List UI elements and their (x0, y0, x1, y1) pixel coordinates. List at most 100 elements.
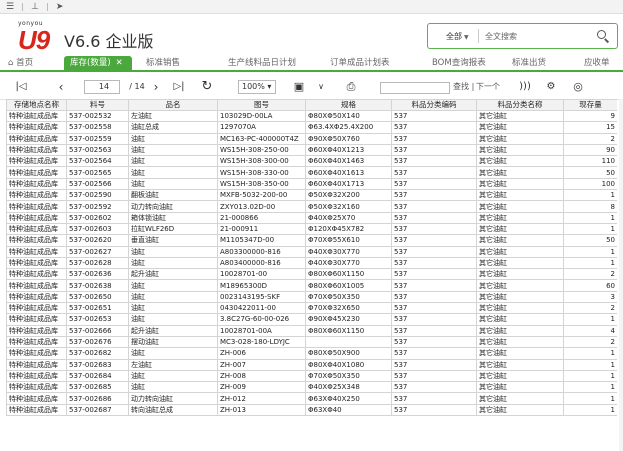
next-page-icon[interactable]: › (149, 79, 163, 95)
settings-icon[interactable]: ⚙ (544, 79, 558, 95)
cell-drawing-no: WS15H-308-350-00 (217, 177, 306, 191)
refresh-icon[interactable]: ↻ (199, 79, 215, 95)
page-number-input[interactable]: 14 (84, 80, 120, 94)
cell-spec: Φ70XΦ50X350 (305, 369, 392, 383)
cell-location: 特种油缸成品库 (6, 256, 67, 270)
search-input[interactable]: 全文搜索 (485, 31, 597, 42)
table-row[interactable]: 特种油缸成品库 537-002687 转向油缸总成 ZH-013 Φ63XΦ40 537 其… (6, 403, 617, 417)
table-row[interactable]: 特种油缸成品库 537-002636 起升油缸 10028701-00 Φ80XΦ60X… (6, 268, 617, 281)
prev-page-icon[interactable]: ‹ (54, 79, 68, 95)
cell-drawing-no: 1297070A (217, 121, 306, 134)
table-row[interactable]: 特种油缸成品库 537-002602 箱体锁油缸 21-000866 Φ40XΦ25X7… (6, 211, 617, 224)
tab-inventory-qty[interactable]: 库存(数量) ✕ (64, 56, 132, 70)
cell-category-name: 其它油缸 (476, 211, 564, 224)
cell-category-code: 537 (391, 245, 477, 258)
table-row[interactable]: 特种油缸成品库 537-002603 拉缸WLF26D 21-000911 Φ120XΦ… (6, 222, 617, 236)
menu-icon[interactable]: ☰ (6, 2, 14, 12)
cell-spec: Φ60XΦ40X1213 (305, 143, 392, 157)
table-row[interactable]: 特种油缸成品库 537-002683 左油缸 ZH-007 Φ80XΦ40X1080 53… (6, 358, 617, 371)
table-row[interactable]: 特种油缸成品库 537-002590 翻板油缸 MXFB-5032-200-00 Φ50… (6, 189, 617, 202)
search-icon[interactable] (597, 30, 610, 43)
table-row[interactable]: 特种油缸成品库 537-002565 油缸 WS15H-308-330-00 Φ60XΦ… (6, 166, 617, 179)
cell-item-code: 537-002636 (66, 268, 129, 281)
table-row[interactable]: 特种油缸成品库 537-002682 油缸 ZH-006 Φ80XΦ50X900 537 其… (6, 347, 617, 360)
cell-category-name: 其它油缸 (476, 268, 564, 281)
pin-icon[interactable]: ⊥ (31, 2, 39, 12)
cell-spec (305, 335, 392, 349)
col-header-on-hand-qty[interactable]: 现存量 (563, 99, 617, 111)
table-row[interactable]: 特种油缸成品库 537-002627 油缸 A803300000-816 Φ40XΦ30… (6, 245, 617, 258)
cell-item-name: 油缸 (128, 256, 218, 270)
tab-order-product-plan[interactable]: 订单成品计划表 (316, 56, 418, 70)
cell-category-name: 其它油缸 (476, 290, 564, 304)
zoom-select[interactable]: 100% ▾ (238, 80, 276, 94)
circle-icon[interactable]: ◎ (571, 79, 585, 95)
cell-category-name: 其它油缸 (476, 166, 564, 179)
tab-home[interactable]: ⌂ 首页 (0, 56, 64, 70)
report-toolbar: |◁ ‹ 14 / 14 › ▷| ↻ 100% ▾ ▣ ∨ ⎙ 查找 | 下一… (0, 74, 623, 100)
rss-icon[interactable]: ))) (518, 79, 532, 95)
search-scope-select[interactable]: 全部 ▼ (428, 31, 476, 42)
col-header-spec[interactable]: 规格 (305, 99, 392, 111)
table-row[interactable]: 特种油缸成品库 537-002563 油缸 WS15H-308-250-00 Φ60XΦ… (6, 143, 617, 157)
table-row[interactable]: 特种油缸成品库 537-002666 起升油缸 10028701-00A Φ80XΦ60… (6, 324, 617, 337)
chevron-down-icon[interactable]: ∨ (314, 79, 328, 95)
find-input[interactable] (380, 82, 450, 94)
col-header-category-code[interactable]: 料品分类编码 (391, 99, 477, 111)
col-header-item-name[interactable]: 品名 (128, 99, 218, 111)
table-row[interactable]: 特种油缸成品库 537-002564 油缸 WS15H-308-300-00 Φ60XΦ… (6, 155, 617, 168)
cell-spec: Φ60XΦ40X1463 (305, 155, 392, 168)
table-row[interactable]: 特种油缸成品库 537-002566 油缸 WS15H-308-350-00 Φ60XΦ… (6, 177, 617, 191)
table-row[interactable]: 特种油缸成品库 537-002532 左油缸 103029D-00LA Φ80XΦ50X… (6, 109, 617, 123)
table-row[interactable]: 特种油缸成品库 537-002685 油缸 ZH-009 Φ40XΦ25X348 537 其… (6, 381, 617, 394)
table-row[interactable]: 特种油缸成品库 537-002686 动力转向油缸 ZH-012 Φ63XΦ40X250… (6, 392, 617, 405)
table-row[interactable]: 特种油缸成品库 537-002653 油缸 3.8C27G-60-00-026 Φ90X… (6, 313, 617, 326)
table-row[interactable]: 特种油缸成品库 537-002628 油缸 A803400000-816 Φ40XΦ30… (6, 256, 617, 270)
tab-line-daily-plan[interactable]: 生产线料品日计划 (212, 56, 316, 70)
find-button[interactable]: 查找 (452, 79, 470, 95)
cell-drawing-no: ZH-013 (217, 403, 306, 417)
col-header-category-name[interactable]: 料品分类名称 (476, 99, 564, 111)
tab-standard-shipment[interactable]: 标准出货 (506, 56, 572, 70)
cell-spec: Φ80XΦ50X900 (305, 347, 392, 360)
cell-on-hand-qty: 50 (563, 166, 617, 179)
close-icon[interactable]: ✕ (116, 58, 123, 68)
save-icon[interactable]: ▣ (292, 79, 306, 95)
table-row[interactable]: 特种油缸成品库 537-002651 油缸 0430422011-00 Φ70XΦ32X… (6, 302, 617, 315)
table-row[interactable]: 特种油缸成品库 537-002638 油缸 M18965300D Φ80XΦ60X100… (6, 279, 617, 292)
global-search[interactable]: 全部 ▼ 全文搜索 (427, 23, 618, 49)
print-icon[interactable]: ⎙ (343, 79, 359, 95)
vertical-scrollbar[interactable] (619, 99, 623, 451)
cell-category-name: 其它油缸 (476, 189, 564, 202)
col-header-location[interactable]: 存储地点名称 (6, 99, 67, 111)
cell-location: 特种油缸成品库 (6, 403, 67, 417)
tab-bom-report[interactable]: BOM查询报表 (418, 56, 506, 70)
send-icon[interactable]: ➤ (56, 2, 64, 12)
table-row[interactable]: 特种油缸成品库 537-002650 油缸 0023143195-SKF Φ70XΦ50… (6, 290, 617, 304)
table-row[interactable]: 特种油缸成品库 537-002620 垂直油缸 M1105347D-00 Φ70XΦ55… (6, 234, 617, 247)
table-row[interactable]: 特种油缸成品库 537-002558 油缸总成 1297070A Φ63.4XΦ25.4… (6, 121, 617, 134)
divider (22, 2, 24, 11)
first-page-icon[interactable]: |◁ (14, 79, 28, 95)
cell-item-name: 油缸 (128, 313, 218, 326)
cell-item-code: 537-002666 (66, 324, 129, 337)
col-header-item-code[interactable]: 料号 (66, 99, 129, 111)
cell-spec: Φ80XΦ60X1150 (305, 268, 392, 281)
cell-item-code: 537-002627 (66, 245, 129, 258)
divider (46, 2, 48, 11)
col-header-drawing-no[interactable]: 图号 (217, 99, 306, 111)
cell-location: 特种油缸成品库 (6, 189, 67, 202)
cell-on-hand-qty: 2 (563, 268, 617, 281)
table-row[interactable]: 特种油缸成品库 537-002684 油缸 ZH-008 Φ70XΦ50X350 537 其… (6, 369, 617, 383)
tab-standard-sales[interactable]: 标准销售 (132, 56, 212, 70)
cell-spec: Φ50XΦ32X160 (305, 200, 392, 213)
table-row[interactable]: 特种油缸成品库 537-002559 油缸 MC163-PC-400000T4Z Φ90… (6, 132, 617, 145)
cell-category-name: 其它油缸 (476, 302, 564, 315)
table-row[interactable]: 特种油缸成品库 537-002592 动力转向油缸 ZXY013.02D-00 Φ50X… (6, 200, 617, 213)
cell-item-code: 537-002603 (66, 222, 129, 236)
table-row[interactable]: 特种油缸成品库 537-002676 摆动油缸 MC3-028-180-LDYJC 53… (6, 335, 617, 349)
tab-receivable[interactable]: 应收单 (572, 56, 623, 70)
cell-spec: Φ60XΦ40X1713 (305, 177, 392, 191)
last-page-icon[interactable]: ▷| (172, 79, 186, 95)
find-next-button[interactable]: 下一个 (475, 79, 501, 95)
